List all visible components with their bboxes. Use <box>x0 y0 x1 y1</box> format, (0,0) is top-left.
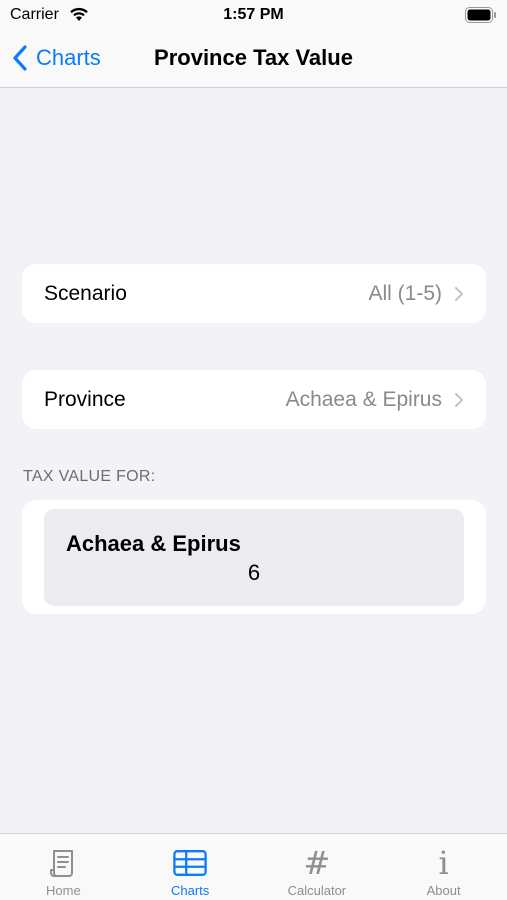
tab-charts-label: Charts <box>170 883 210 898</box>
tab-home[interactable]: Home <box>0 834 127 900</box>
scenario-label: Scenario <box>44 281 127 305</box>
tab-calculator[interactable]: # Calculator <box>254 834 381 900</box>
result-province-name: Achaea & Epirus <box>66 531 241 556</box>
hash-glyph: # <box>303 844 331 882</box>
tax-value-card: Achaea & Epirus 6 <box>22 500 486 614</box>
chevron-right-icon <box>455 286 463 301</box>
tab-charts[interactable]: Charts <box>127 834 254 900</box>
status-time: 1:57 PM <box>223 6 284 23</box>
tab-calculator-label: Calculator <box>287 883 347 898</box>
hash-icon: # <box>300 846 334 880</box>
tab-about[interactable]: i About <box>380 834 507 900</box>
result-tax-value: 6 <box>247 560 261 585</box>
province-row[interactable]: Province Achaea & Epirus <box>22 370 486 429</box>
navigation-bar: Charts Province Tax Value <box>0 30 507 88</box>
tab-bar: Home Charts # Calculator i About <box>0 833 507 900</box>
status-bar: Carrier 1:57 PM <box>0 0 507 30</box>
scenario-row[interactable]: Scenario All (1-5) <box>22 264 486 323</box>
table-icon <box>173 846 207 880</box>
scroll-icon <box>46 846 80 880</box>
tax-value-panel: Achaea & Epirus 6 <box>44 509 464 606</box>
scenario-value: All (1-5) <box>368 281 442 305</box>
battery-icon <box>465 7 496 23</box>
province-value: Achaea & Epirus <box>285 387 442 411</box>
chevron-right-icon <box>455 392 463 407</box>
section-header: TAX VALUE FOR: <box>23 468 156 485</box>
tab-about-label: About <box>426 883 461 898</box>
page-title: Province Tax Value <box>154 45 353 70</box>
info-glyph: i <box>438 844 449 882</box>
info-icon: i <box>427 846 461 880</box>
province-label: Province <box>44 387 126 411</box>
tab-home-label: Home <box>46 883 81 898</box>
